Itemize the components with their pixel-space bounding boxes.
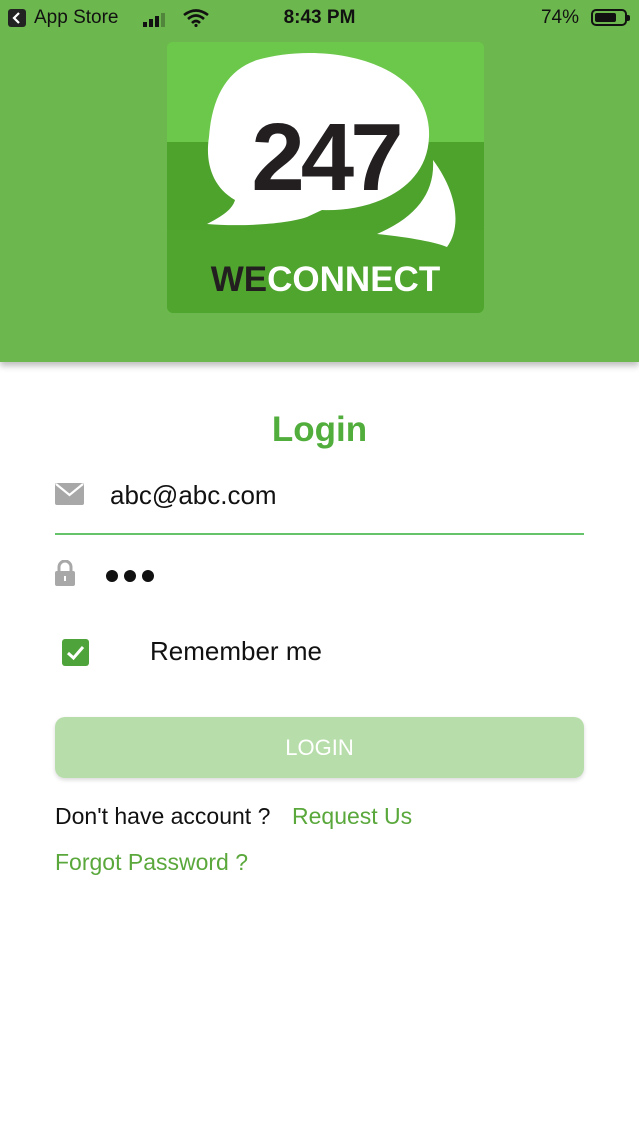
page-title: Login xyxy=(271,410,368,449)
remember-label[interactable]: Remember me xyxy=(150,636,322,667)
battery-icon xyxy=(591,9,630,26)
lock-icon xyxy=(54,559,76,591)
mail-icon xyxy=(55,483,84,510)
logo-number: 247 xyxy=(251,104,403,211)
remember-checkbox[interactable] xyxy=(62,639,89,666)
request-us-link[interactable]: Request Us xyxy=(292,803,412,830)
email-underline xyxy=(55,533,584,535)
app-header: App Store 8:43 PM 74% 247 WECONNECT xyxy=(0,0,639,362)
no-account-text: Don't have account ? xyxy=(55,803,271,829)
logo-brand: WECONNECT xyxy=(210,260,441,299)
login-button[interactable]: LOGIN xyxy=(55,717,584,778)
battery-percent: 74% xyxy=(540,7,579,28)
app-logo: 247 WECONNECT xyxy=(167,42,484,313)
email-field[interactable]: abc@abc.com xyxy=(110,480,277,511)
password-field[interactable] xyxy=(104,566,156,591)
forgot-password-link[interactable]: Forgot Password ? xyxy=(55,849,248,876)
status-bar: App Store 8:43 PM 74% xyxy=(0,0,639,38)
check-icon xyxy=(66,646,85,661)
